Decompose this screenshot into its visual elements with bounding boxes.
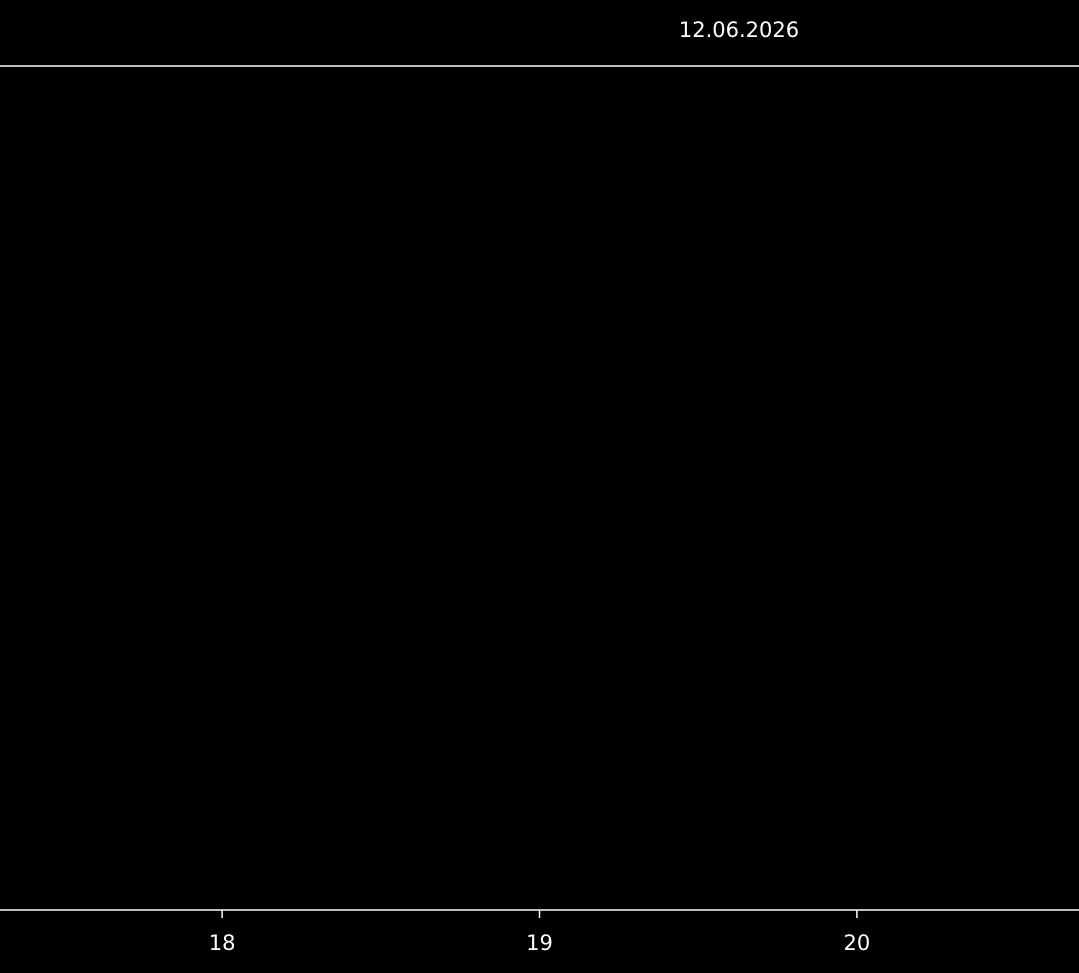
spectrogram-chart: 12.06.2026 18192021222301234567891011121…	[0, 0, 1079, 973]
heatmap-plot	[0, 67, 1079, 910]
x-tick-label: 20	[844, 931, 871, 955]
date-label: 12.06.2026	[679, 18, 799, 42]
x-tick-label: 19	[526, 931, 553, 955]
x-tick-label: 18	[209, 931, 236, 955]
